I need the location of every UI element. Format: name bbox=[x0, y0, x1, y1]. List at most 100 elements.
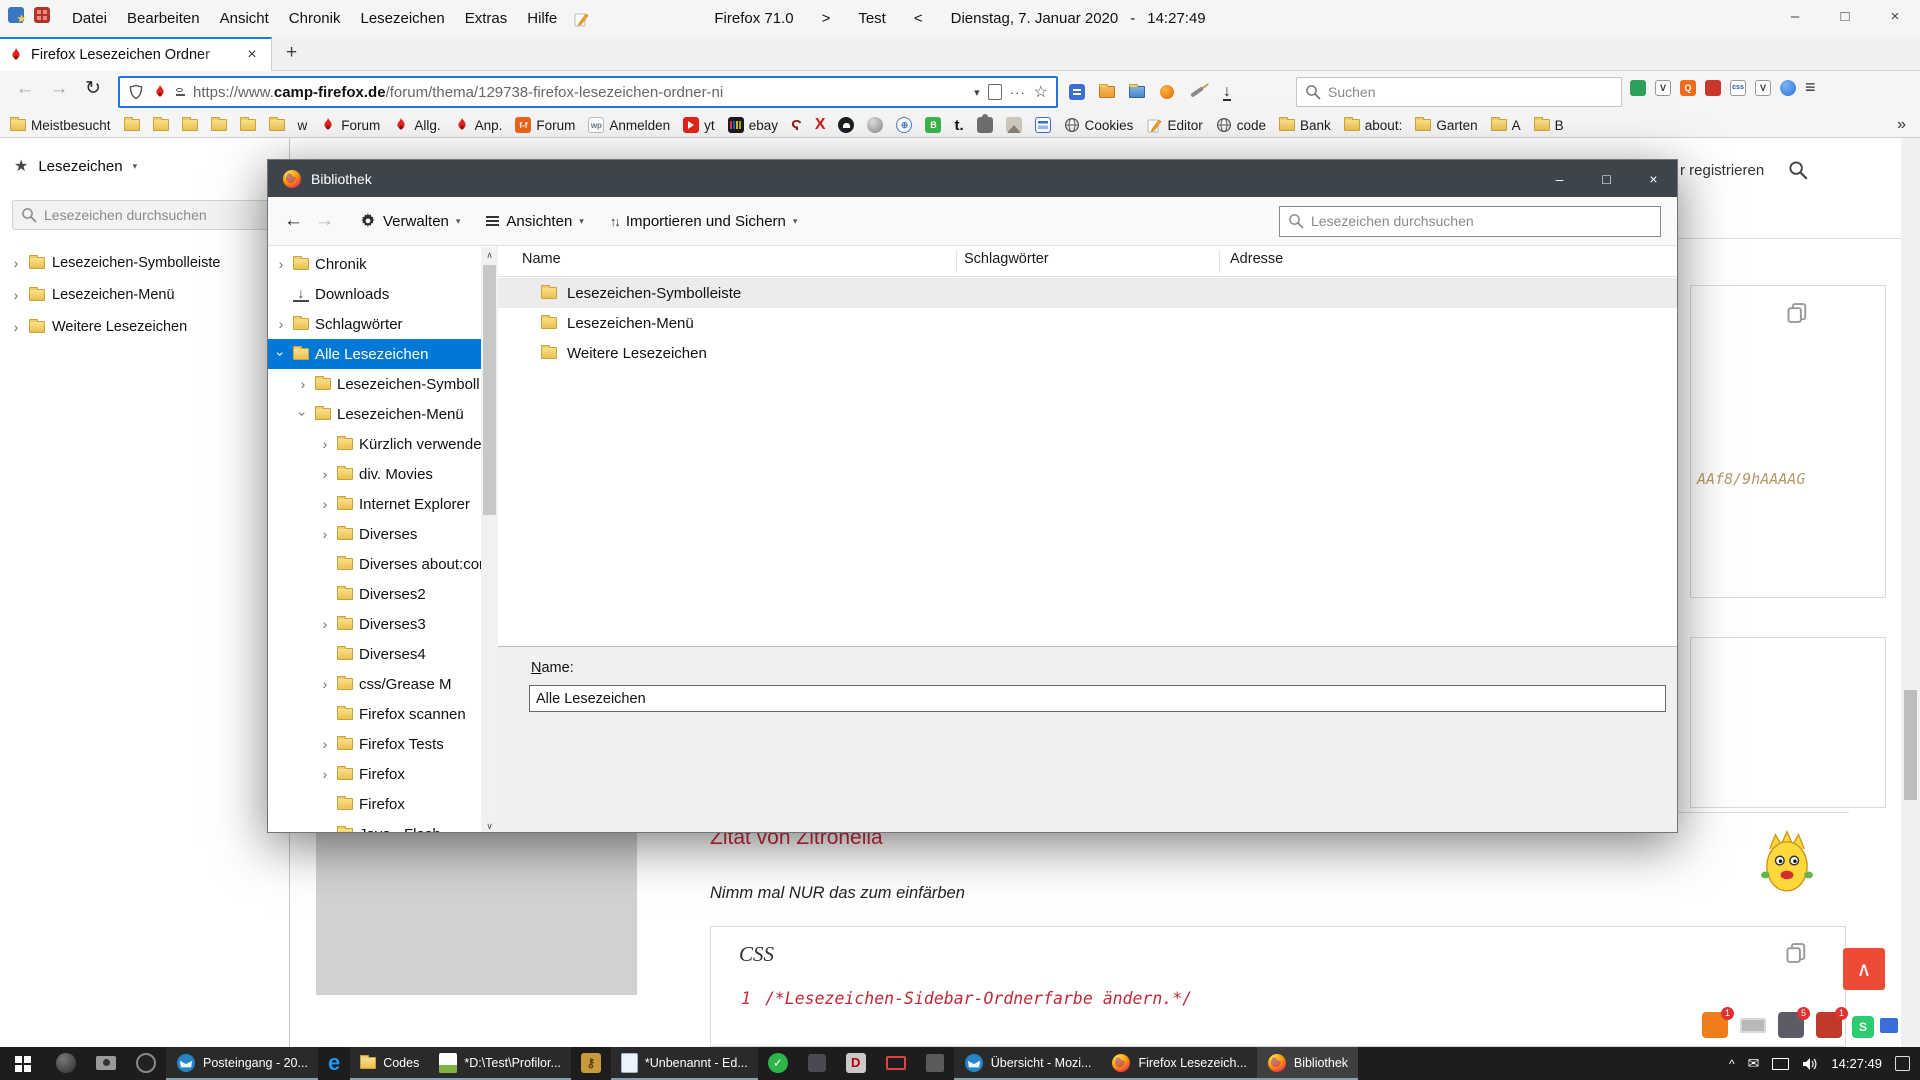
bookmark-item-w[interactable]: w bbox=[298, 118, 308, 133]
library-close-button[interactable]: × bbox=[1630, 160, 1677, 197]
bookmark-icon-table[interactable] bbox=[1035, 117, 1051, 133]
window-close-button[interactable]: × bbox=[1870, 0, 1920, 37]
tray-volume-icon[interactable] bbox=[1802, 1057, 1818, 1071]
extension-icon-3[interactable]: Q bbox=[1680, 80, 1696, 96]
sidebar-search-input[interactable]: Lesezeichen durchsuchen bbox=[12, 200, 278, 230]
taskbar-button-mail[interactable]: Posteingang - 20... bbox=[166, 1047, 318, 1080]
bookmark-item-anp[interactable]: Anp. bbox=[454, 117, 503, 133]
bookmark-folder[interactable] bbox=[124, 119, 140, 131]
bookmark-icon-image[interactable] bbox=[1006, 117, 1022, 133]
chevron-right-icon[interactable]: › bbox=[319, 527, 331, 541]
window-minimize-button[interactable]: – bbox=[1770, 0, 1820, 37]
bookmark-folder-b[interactable]: B bbox=[1534, 118, 1564, 133]
reload-button[interactable]: ↻ bbox=[76, 77, 110, 100]
library-back-button[interactable]: ← bbox=[284, 210, 303, 232]
bookmark-folder[interactable] bbox=[153, 119, 169, 131]
bookmark-icon-tumblr[interactable]: t. bbox=[954, 117, 963, 134]
permissions-icon[interactable] bbox=[176, 88, 185, 96]
scroll-to-top-button[interactable]: ∧ bbox=[1843, 948, 1885, 990]
chevron-down-icon[interactable]: › bbox=[274, 348, 288, 360]
overlay-keyboard-icon[interactable] bbox=[1740, 1018, 1766, 1033]
bookmark-icon-green-app[interactable]: B bbox=[925, 117, 941, 133]
chevron-right-icon[interactable]: › bbox=[319, 497, 331, 511]
calendar-grid-icon[interactable] bbox=[34, 7, 50, 23]
tree-item-symbolleiste[interactable]: ›Lesezeichen-Symboll bbox=[268, 369, 482, 399]
extension-icon-2[interactable]: V bbox=[1655, 80, 1671, 96]
url-text[interactable]: https://www.camp-firefox.de/forum/thema/… bbox=[193, 84, 966, 101]
bookmark-folder-garten[interactable]: Garten bbox=[1415, 118, 1477, 133]
page-search-icon[interactable] bbox=[1788, 160, 1808, 180]
tree-item-css-grease[interactable]: ›css/Grease M bbox=[268, 669, 482, 699]
downloads-icon[interactable]: ↓ bbox=[1212, 77, 1242, 107]
chevron-right-icon[interactable]: › bbox=[319, 437, 331, 451]
taskbar-quick-icon-camera[interactable] bbox=[86, 1047, 126, 1080]
extension-icon-6[interactable] bbox=[1780, 80, 1796, 96]
bookmark-icon-globe-blue[interactable]: ⊕ bbox=[896, 117, 912, 133]
bookmark-folder-meistbesucht[interactable]: Meistbesucht bbox=[10, 118, 111, 133]
bookmark-item-cookies[interactable]: Cookies bbox=[1064, 117, 1134, 133]
tree-item-firefox-tests[interactable]: ›Firefox Tests bbox=[268, 729, 482, 759]
tree-item-diverses-aboutcor[interactable]: Diverses about:cor bbox=[268, 549, 482, 579]
chevron-right-icon[interactable]: › bbox=[275, 257, 287, 271]
taskbar-button-keepass[interactable]: ⚷ bbox=[571, 1047, 611, 1080]
bookmark-folder-a[interactable]: A bbox=[1491, 118, 1521, 133]
tree-item-firefox2[interactable]: Firefox bbox=[268, 789, 482, 819]
bookmark-item-yt[interactable]: yt bbox=[683, 117, 715, 133]
tray-display-icon[interactable] bbox=[1772, 1058, 1789, 1070]
sidebar-item-weitere[interactable]: › Weitere Lesezeichen bbox=[0, 312, 290, 342]
bookmark-item-forum[interactable]: Forum bbox=[320, 117, 380, 133]
overlay-icon-orange[interactable]: 1 bbox=[1702, 1012, 1728, 1038]
folder-blue-icon[interactable] bbox=[1122, 77, 1152, 107]
manage-menu-button[interactable]: Verwalten▾ bbox=[360, 213, 460, 230]
window-maximize-button[interactable]: □ bbox=[1820, 0, 1870, 37]
bookmark-icon-cs[interactable]: Ϛ bbox=[791, 117, 802, 134]
paintbrush-icon[interactable] bbox=[1182, 77, 1212, 107]
forward-button[interactable]: → bbox=[42, 78, 76, 100]
bookmark-item-anmelden[interactable]: wpAnmelden bbox=[588, 117, 670, 133]
chevron-right-icon[interactable]: › bbox=[297, 377, 309, 391]
taskbar-clock[interactable]: 14:27:49 bbox=[1831, 1056, 1882, 1071]
taskbar-button-d[interactable]: D bbox=[836, 1047, 876, 1080]
bookmark-icon-puzzle[interactable] bbox=[977, 117, 993, 133]
tree-item-lesezeichen-menu[interactable]: ›Lesezeichen-Menü bbox=[268, 399, 482, 429]
overlay-icon-dark[interactable]: 5 bbox=[1778, 1012, 1804, 1038]
taskbar-button-monitor-red[interactable] bbox=[876, 1047, 916, 1080]
name-field-input[interactable]: Alle Lesezeichen bbox=[529, 685, 1666, 712]
tree-item-diverses[interactable]: ›Diverses bbox=[268, 519, 482, 549]
bookmark-window-icon[interactable]: ★ bbox=[8, 7, 24, 23]
url-bar[interactable]: https://www.camp-firefox.de/forum/thema/… bbox=[118, 76, 1058, 108]
tray-mail-icon[interactable]: ✉ bbox=[1748, 1055, 1760, 1072]
copy-icon[interactable] bbox=[1786, 302, 1808, 324]
chevron-right-icon[interactable]: › bbox=[319, 767, 331, 781]
tab-close-icon[interactable]: × bbox=[241, 46, 263, 64]
orange-ball-icon[interactable] bbox=[1152, 77, 1182, 107]
taskbar-button-firefox[interactable]: Firefox Lesezeich... bbox=[1101, 1047, 1256, 1080]
library-search-input[interactable]: Lesezeichen durchsuchen bbox=[1279, 206, 1661, 237]
chevron-right-icon[interactable]: › bbox=[10, 256, 22, 270]
taskbar-button-antivirus[interactable]: ✓ bbox=[758, 1047, 798, 1080]
bookmark-icon-x[interactable]: X bbox=[815, 116, 826, 134]
taskbar-button-box[interactable] bbox=[916, 1047, 954, 1080]
menu-chronik[interactable]: Chronik bbox=[279, 0, 351, 37]
tree-item-internet-explorer[interactable]: ›Internet Explorer bbox=[268, 489, 482, 519]
library-forward-button[interactable]: → bbox=[315, 210, 334, 232]
tree-item-kuerzlich[interactable]: ›Kürzlich verwende bbox=[268, 429, 482, 459]
sidebar-header[interactable]: ★ Lesezeichen ▾ bbox=[14, 156, 137, 176]
bookmark-folder-bank[interactable]: Bank bbox=[1279, 118, 1331, 133]
reader-clipboard-icon[interactable] bbox=[988, 84, 1002, 100]
chevron-right-icon[interactable]: › bbox=[10, 288, 22, 302]
chevron-right-icon[interactable]: › bbox=[275, 317, 287, 331]
taskbar-button-notepadpp[interactable]: *D:\Test\Profilor... bbox=[429, 1047, 571, 1080]
taskbar-button-codes[interactable]: Codes bbox=[350, 1047, 429, 1080]
bookmark-item-code[interactable]: code bbox=[1216, 117, 1266, 133]
scroll-down-icon[interactable]: ∨ bbox=[481, 818, 498, 833]
app-menu-icon[interactable]: ≡ bbox=[1805, 77, 1816, 98]
active-tab[interactable]: Firefox Lesezeichen Ordner × bbox=[0, 37, 272, 71]
bookmark-item-editor[interactable]: Editor bbox=[1146, 117, 1202, 133]
taskbar-quick-icon-opera[interactable] bbox=[126, 1047, 166, 1080]
bookmark-item-allg[interactable]: Allg. bbox=[393, 117, 440, 133]
library-maximize-button[interactable]: □ bbox=[1583, 160, 1630, 197]
extension-icon-5[interactable]: V bbox=[1755, 80, 1771, 96]
chevron-right-icon[interactable]: › bbox=[319, 677, 331, 691]
sidebar-folder-orange-icon[interactable] bbox=[1092, 77, 1122, 107]
